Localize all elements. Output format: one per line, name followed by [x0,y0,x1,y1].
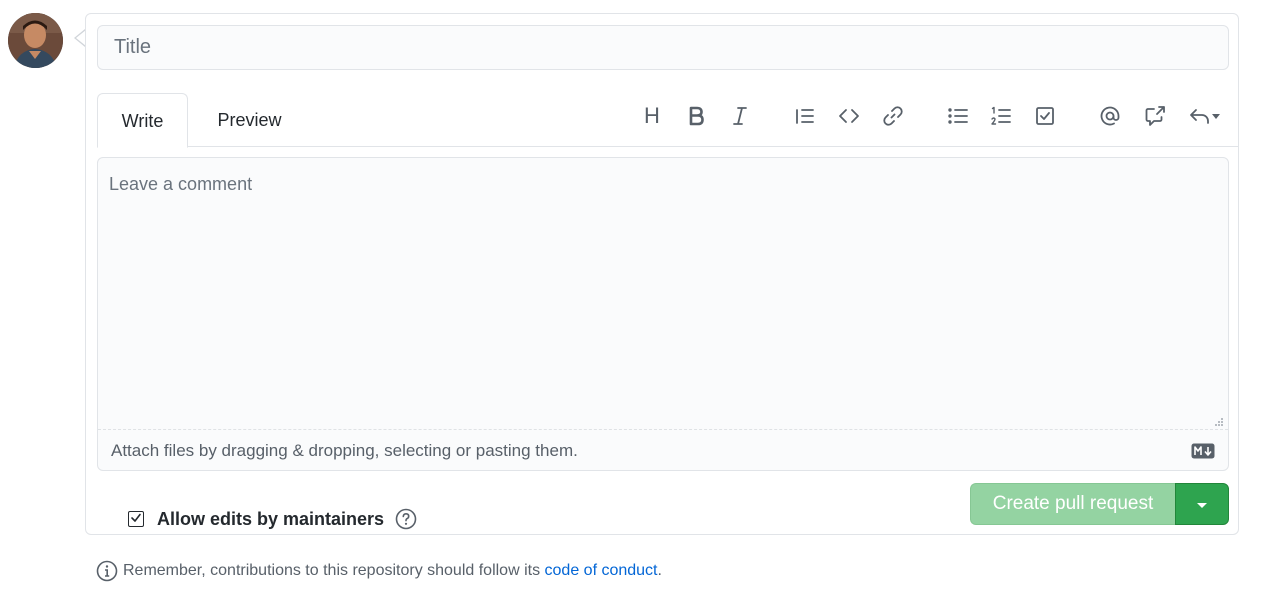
notice-text: Remember, contributions to this reposito… [123,562,541,579]
bold-button[interactable] [680,100,712,132]
contribution-notice: Remember, contributions to this reposito… [96,560,662,582]
code-of-conduct-link[interactable]: code of conduct [545,562,658,580]
attach-files-text: Attach files by dragging & dropping, sel… [111,441,578,460]
code-icon [839,109,859,123]
create-pull-request-button[interactable]: Create pull request [970,483,1175,525]
heading-button[interactable]: H [636,100,668,132]
saved-replies-button[interactable] [1184,100,1226,132]
info-icon [96,560,118,582]
quote-icon [796,109,814,124]
code-button[interactable] [833,100,865,132]
task-list-button[interactable] [1029,100,1061,132]
italic-button[interactable] [724,100,756,132]
title-input[interactable] [97,25,1229,70]
help-icon[interactable] [395,508,417,530]
italic-icon [733,107,747,125]
tab-write[interactable]: Write [97,93,188,148]
cross-reference-icon [1145,106,1165,126]
quote-button[interactable] [789,100,821,132]
comment-area: Attach files by dragging & dropping, sel… [97,157,1229,471]
attach-files-bar[interactable]: Attach files by dragging & dropping, sel… [98,429,1228,470]
numbered-list-icon [991,106,1011,125]
comment-textarea[interactable] [98,158,1228,429]
cross-reference-button[interactable] [1139,100,1171,132]
heading-icon: H [644,103,660,128]
checkmark-icon [131,513,141,522]
bullet-list-button[interactable] [942,100,974,132]
link-icon [883,106,903,126]
avatar-image [8,13,63,68]
bold-icon [689,106,704,126]
link-button[interactable] [877,100,909,132]
allow-edits-option: Allow edits by maintainers [128,508,417,530]
allow-edits-label[interactable]: Allow edits by maintainers [157,509,384,530]
task-list-icon [1036,107,1054,125]
reply-icon [1190,109,1209,124]
markdown-icon[interactable] [1191,443,1215,459]
allow-edits-checkbox[interactable] [128,511,144,527]
bullet-list-icon [948,108,968,124]
mention-button[interactable] [1094,100,1126,132]
chevron-down-icon [1212,114,1220,119]
tab-preview[interactable]: Preview [202,93,297,147]
new-pull-request-form: Write Preview H [85,13,1239,535]
resize-grip-icon[interactable] [1214,417,1224,427]
notice-suffix: . [657,562,662,579]
user-avatar[interactable] [8,13,63,68]
mention-icon [1100,106,1120,126]
create-options-dropdown[interactable] [1175,483,1229,525]
numbered-list-button[interactable] [985,100,1017,132]
